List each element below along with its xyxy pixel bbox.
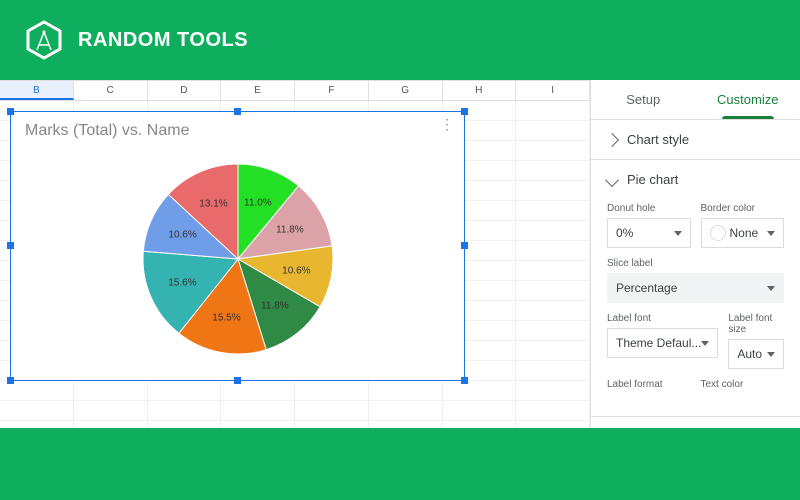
label-font-size-label: Label font size	[728, 313, 784, 335]
section-header[interactable]: Pie chart	[591, 160, 800, 199]
column-header[interactable]: F	[295, 81, 369, 100]
spreadsheet-area[interactable]: BCDEFGHI Marks (Total) vs. Name ⋮ 11.0%1…	[0, 80, 590, 428]
column-headers: BCDEFGHI	[0, 81, 590, 101]
slice-label: 15.5%	[212, 313, 240, 324]
chart-editor-panel: Setup Customize Chart style Pie chart Do…	[590, 80, 800, 428]
slice-label: 13.1%	[199, 199, 227, 210]
caret-down-icon	[674, 231, 682, 236]
slice-label-label: Slice label	[607, 258, 784, 269]
caret-down-icon	[767, 352, 775, 357]
chart-menu-icon[interactable]: ⋮	[440, 122, 454, 126]
editor-tabs: Setup Customize	[591, 80, 800, 120]
caret-down-icon	[767, 286, 775, 291]
label-font-label: Label font	[607, 313, 718, 324]
column-header[interactable]: H	[443, 81, 517, 100]
label-font-select[interactable]: Theme Defaul...	[607, 328, 718, 358]
workspace: BCDEFGHI Marks (Total) vs. Name ⋮ 11.0%1…	[0, 80, 800, 428]
tab-setup[interactable]: Setup	[591, 80, 696, 119]
label-font-size-select[interactable]: Auto	[728, 339, 784, 369]
tab-customize[interactable]: Customize	[696, 80, 800, 119]
section-label: Chart style	[627, 132, 689, 147]
resize-handle[interactable]	[234, 108, 241, 115]
chevron-right-icon	[605, 132, 619, 146]
resize-handle[interactable]	[7, 377, 14, 384]
border-color-select[interactable]: None	[701, 218, 785, 248]
column-header[interactable]: B	[0, 81, 74, 100]
resize-handle[interactable]	[461, 242, 468, 249]
caret-down-icon	[767, 231, 775, 236]
section-pie-chart: Pie chart Donut hole 0% Border color N	[591, 160, 800, 417]
slice-label: 15.6%	[168, 278, 196, 289]
resize-handle[interactable]	[461, 108, 468, 115]
pie-chart: 11.0% 11.8% 10.6% 11.8% 15.5% 15.6% 10.6% 13.1%	[138, 159, 338, 359]
header-bar: RANDOM TOOLS	[0, 0, 800, 80]
column-header[interactable]: I	[516, 81, 590, 100]
text-color-label: Text color	[701, 379, 785, 390]
slice-label: 10.6%	[282, 266, 310, 277]
brand-name: RANDOM TOOLS	[78, 29, 248, 52]
label-format-label: Label format	[607, 379, 691, 390]
resize-handle[interactable]	[7, 108, 14, 115]
column-header[interactable]: E	[221, 81, 295, 100]
chevron-down-icon	[605, 172, 619, 186]
chart-container[interactable]: Marks (Total) vs. Name ⋮ 11.0% 11.8% 10.6%…	[10, 111, 465, 381]
resize-handle[interactable]	[234, 377, 241, 384]
color-swatch-icon	[710, 225, 726, 241]
caret-down-icon	[701, 341, 709, 346]
column-header[interactable]: D	[148, 81, 222, 100]
slice-label: 11.0%	[244, 197, 272, 208]
logo-icon	[24, 20, 64, 60]
column-header[interactable]: C	[74, 81, 148, 100]
slice-label: 11.8%	[276, 225, 304, 236]
resize-handle[interactable]	[461, 377, 468, 384]
resize-handle[interactable]	[7, 242, 14, 249]
donut-hole-label: Donut hole	[607, 203, 691, 214]
border-color-label: Border color	[701, 203, 785, 214]
slice-label: 10.6%	[168, 230, 196, 241]
slice-label: 11.8%	[261, 301, 289, 312]
chart-title: Marks (Total) vs. Name	[11, 112, 464, 150]
donut-hole-select[interactable]: 0%	[607, 218, 691, 248]
footer-bar	[0, 428, 800, 500]
column-header[interactable]: G	[369, 81, 443, 100]
section-label: Pie chart	[627, 172, 678, 187]
section-chart-style[interactable]: Chart style	[591, 120, 800, 160]
slice-label-select[interactable]: Percentage	[607, 273, 784, 303]
